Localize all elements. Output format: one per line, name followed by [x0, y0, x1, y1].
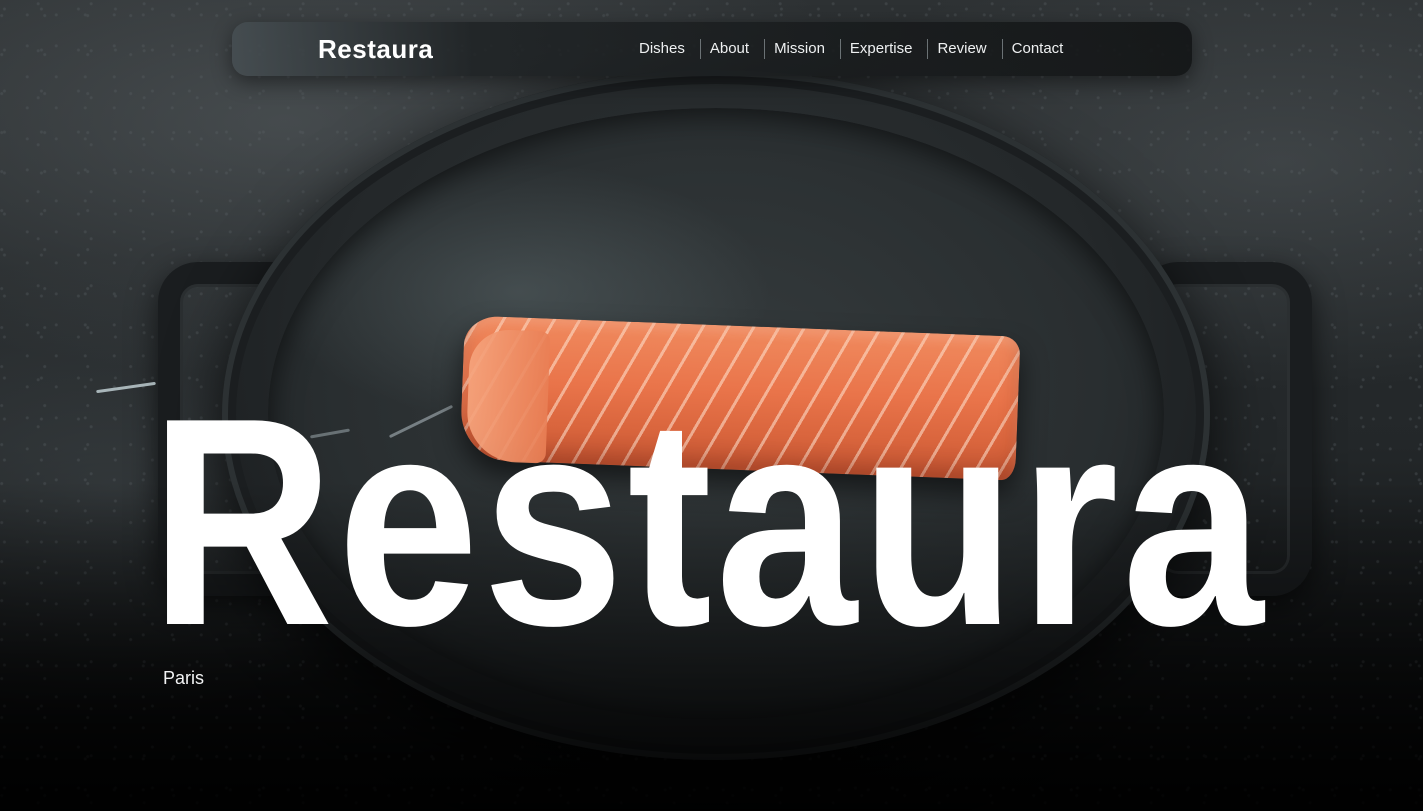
nav-link-mission[interactable]: Mission [765, 39, 834, 59]
nav-link-about[interactable]: About [701, 39, 758, 59]
hero-title: Restaura [150, 356, 1267, 687]
nav-link-expertise[interactable]: Expertise [841, 39, 922, 59]
top-navigation-bar: Restaura Dishes About Mission Expertise … [232, 22, 1192, 76]
hero-location: Paris [163, 668, 205, 688]
nav-link-review[interactable]: Review [928, 39, 995, 59]
landing-page: Restaura Dishes About Mission Expertise … [0, 0, 1423, 811]
nav-links: Dishes About Mission Expertise Review Co… [630, 22, 1072, 76]
nav-link-dishes[interactable]: Dishes [630, 39, 694, 59]
nav-link-contact[interactable]: Contact [1003, 39, 1073, 59]
brand-logo[interactable]: Restaura [318, 34, 433, 64]
